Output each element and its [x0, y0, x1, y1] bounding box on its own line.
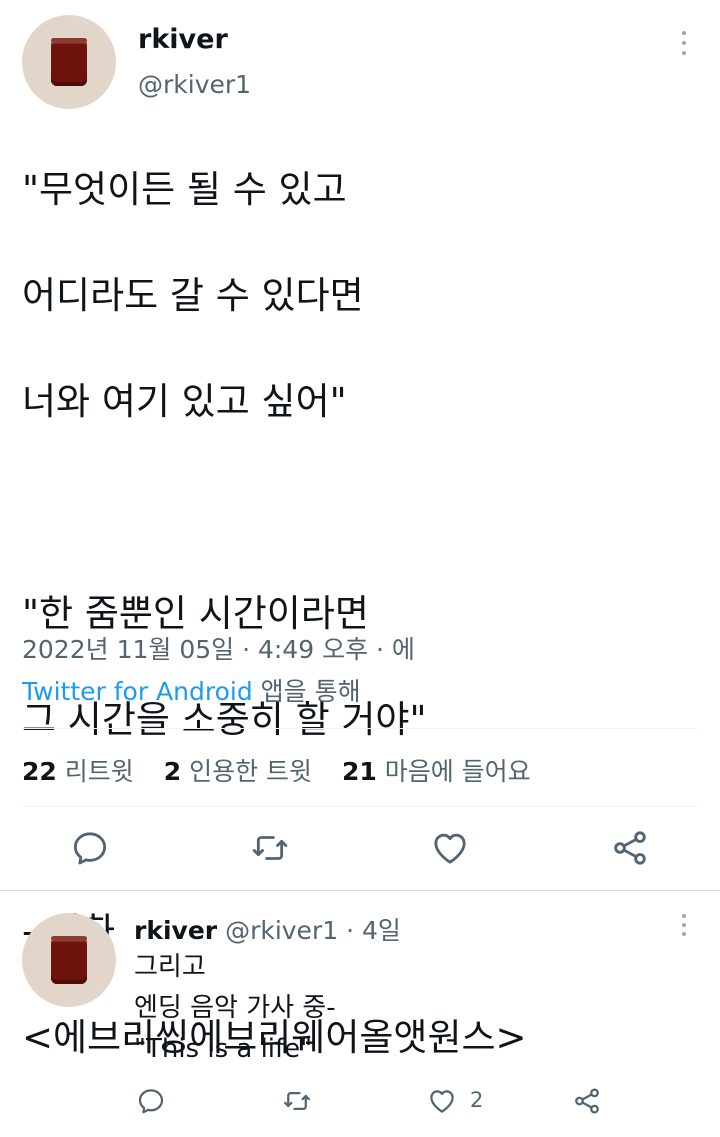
main-tweet: rkiver @rkiver1 "무엇이든 될 수 있고 어디라도 갈 수 있다… [0, 0, 720, 1059]
share-icon[interactable] [610, 828, 650, 868]
heart-icon[interactable] [427, 1086, 457, 1116]
reply-handle-time[interactable]: @rkiver1 · 4일 [225, 916, 401, 945]
divider [22, 728, 698, 729]
avatar[interactable] [22, 913, 116, 1007]
reply-text-line: 엔딩 음악 가사 중- [134, 993, 336, 1023]
divider [22, 806, 698, 807]
like-count[interactable]: 21 [342, 757, 377, 786]
tweet-stats: 22 리트윗 2 인용한 트윗 21 마음에 들어요 [22, 752, 553, 788]
avatar[interactable] [22, 15, 116, 109]
tweet-text: "무엇이든 될 수 있고 어디라도 갈 수 있다면 너와 여기 있고 싶어" "… [22, 110, 712, 1117]
heart-icon[interactable] [430, 828, 470, 868]
tweet-text-line: <에브리씽에브리웨어올앳원스> [22, 1016, 527, 1059]
user-handle[interactable]: @rkiver1 [138, 70, 251, 99]
reply-text-line: 그리고 [134, 952, 206, 982]
display-name[interactable]: rkiver [134, 916, 217, 945]
retweet-count[interactable]: 22 [22, 757, 57, 786]
retweet-label[interactable]: 리트윗 [65, 757, 134, 786]
tweet-text-line: "무엇이든 될 수 있고 [22, 168, 347, 211]
like-label[interactable]: 마음에 들어요 [385, 757, 531, 786]
reply-header: rkiver @rkiver1 · 4일 [134, 911, 401, 947]
share-icon[interactable] [572, 1086, 602, 1116]
tweet-source: Twitter for Android 앱을 통해 [22, 672, 361, 708]
reply-like-count: 2 [470, 1088, 484, 1112]
retweet-icon[interactable] [250, 828, 290, 868]
retweet-icon[interactable] [282, 1086, 312, 1116]
reply-icon[interactable] [136, 1086, 166, 1116]
tweet-actions [0, 828, 720, 872]
display-name[interactable]: rkiver [138, 24, 228, 55]
source-app-link[interactable]: Twitter for Android [22, 677, 253, 706]
tweet-text-line [22, 481, 712, 534]
tweet-text-line: 어디라도 갈 수 있다면 [22, 274, 364, 317]
quote-count[interactable]: 2 [164, 757, 181, 786]
source-suffix: 앱을 통해 [252, 677, 361, 706]
reply-actions [0, 1086, 720, 1118]
tweet-timestamp[interactable]: 2022년 11월 05일 · 4:49 오후 · 에 [22, 630, 415, 666]
more-vertical-icon[interactable] [672, 912, 696, 938]
more-vertical-icon[interactable] [672, 28, 696, 58]
reply-text-line: "This is a life" [134, 1034, 313, 1064]
tweet-text-line: 너와 여기 있고 싶어" [22, 380, 347, 423]
quote-label[interactable]: 인용한 트윗 [189, 757, 312, 786]
reply-icon[interactable] [70, 828, 110, 868]
reply-text: 그리고 엔딩 음악 가사 중- "This is a life" [134, 947, 336, 1070]
thread-divider [0, 890, 720, 891]
